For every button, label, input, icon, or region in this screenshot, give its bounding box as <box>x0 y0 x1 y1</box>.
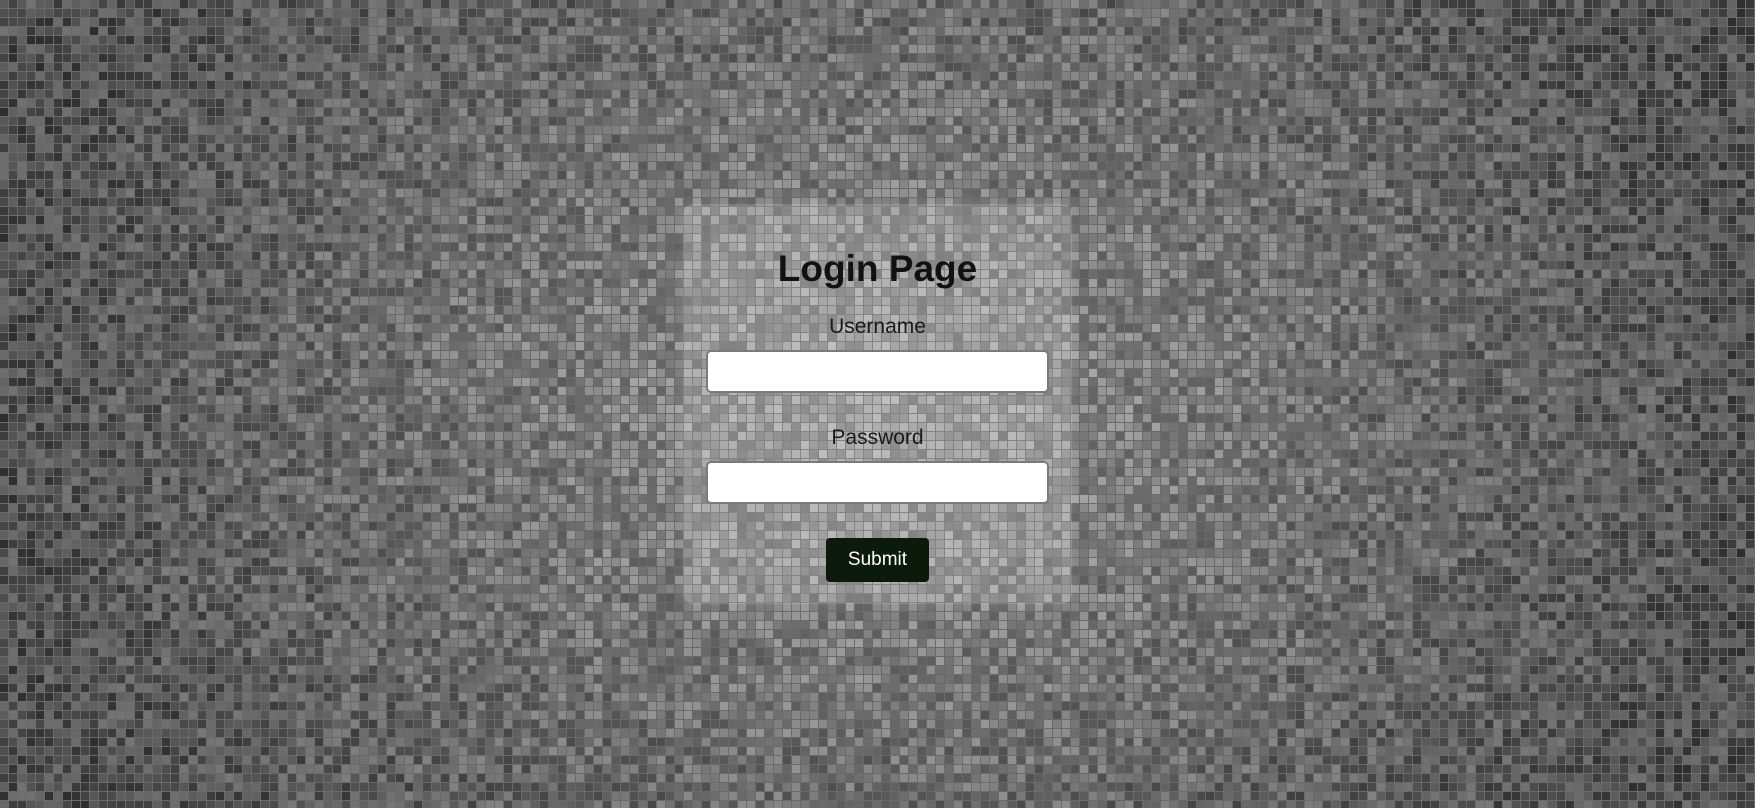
username-label: Username <box>829 315 926 338</box>
login-card: Login Page Username Password Submit <box>683 204 1072 604</box>
password-input[interactable] <box>706 461 1049 504</box>
submit-button[interactable]: Submit <box>826 538 929 582</box>
page-title: Login Page <box>777 248 978 289</box>
username-input[interactable] <box>706 350 1049 393</box>
password-label: Password <box>831 426 924 449</box>
